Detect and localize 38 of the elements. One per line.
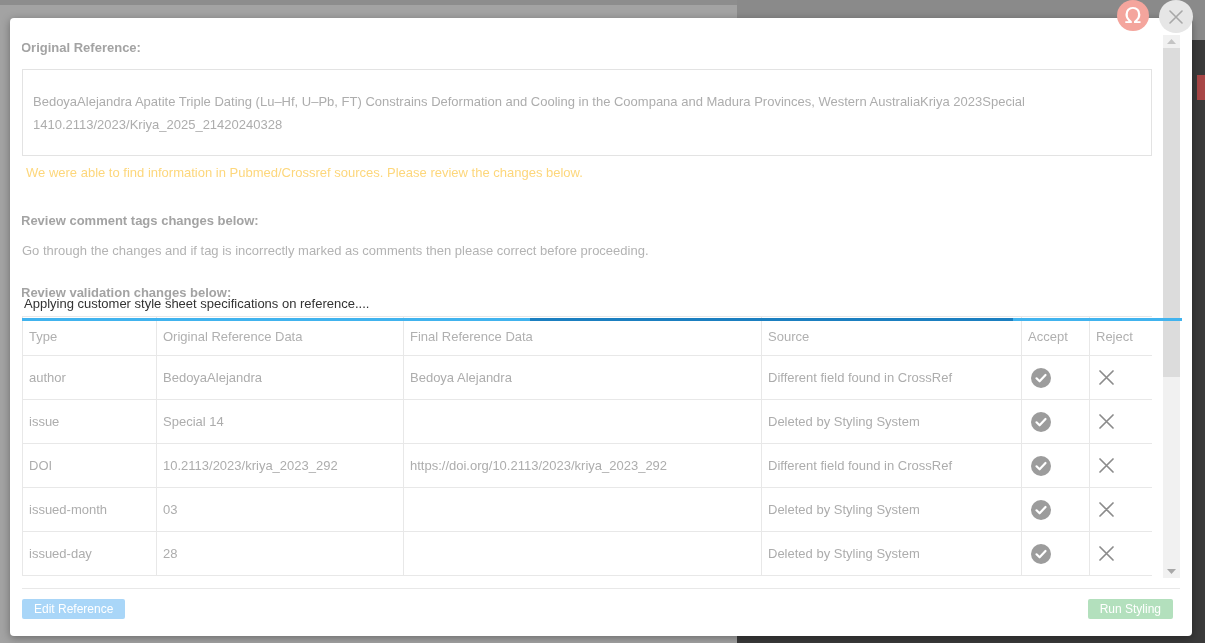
cross-icon[interactable]	[1099, 546, 1114, 561]
cross-icon[interactable]	[1099, 414, 1114, 429]
cross-icon[interactable]	[1099, 502, 1114, 517]
table-cell: 10.2113/2023/kriya_2023_292	[156, 443, 404, 488]
edit-reference-button[interactable]: Edit Reference	[22, 599, 126, 619]
table-cell: DOI	[22, 443, 157, 488]
table-cell: 28	[156, 531, 404, 576]
table-cell: BedoyaAlejandra	[156, 355, 404, 400]
section-heading: Review comment tags changes below:	[22, 212, 259, 230]
table-cell: Different field found in CrossRef	[761, 443, 1022, 488]
scroll-down-icon[interactable]	[1167, 569, 1176, 574]
check-circle-icon[interactable]	[1031, 455, 1051, 476]
check-circle-icon[interactable]	[1031, 411, 1051, 432]
check-circle-icon[interactable]	[1031, 367, 1051, 388]
table-cell: Special 14	[156, 399, 404, 444]
check-circle-icon[interactable]	[1031, 499, 1051, 520]
table-cell: Deleted by Styling System	[761, 531, 1022, 576]
instruction-text: Go through the changes and if tag is incorrectly marked as comments then please correct before proceeding.	[22, 242, 649, 260]
section-heading: Original Reference:	[22, 39, 141, 57]
table-cell: Deleted by Styling System	[761, 487, 1022, 532]
table-cell: issued-month	[22, 487, 157, 532]
table-cell: Bedoya Alejandra	[403, 355, 762, 400]
table-cell: Different field found in CrossRef	[761, 355, 1022, 400]
reference-text: BedoyaAlejandra Apatite Triple Dating (Lu–Hf, U–Pb, FT) Constrains Deformation and Cooling in the Coompana and Madura Provinces, Western AustraliaKriya 2023Special 1410.2113/2023/Kriya_2025_21420240328	[22, 69, 1152, 156]
table-cell: https://doi.org/10.2113/2023/kriya_2023_292	[403, 443, 762, 488]
run-styling-button[interactable]: Run Styling	[1087, 599, 1173, 619]
table-cell: author	[22, 355, 157, 400]
table-cell: 03	[156, 487, 404, 532]
check-circle-icon[interactable]	[1031, 543, 1051, 564]
scrollbar-thumb[interactable]	[1163, 48, 1180, 377]
scrollbar-track[interactable]	[1163, 35, 1180, 578]
cross-icon[interactable]	[1099, 458, 1114, 473]
notice-message: We were able to find information in Pubmed/Crossref sources. Please review the changes below.	[25, 164, 583, 182]
close-icon	[1169, 9, 1183, 24]
table-cell: Deleted by Styling System	[761, 399, 1022, 444]
cross-icon[interactable]	[1099, 370, 1114, 385]
table-cell: issue	[22, 399, 157, 444]
table-cell: issued-day	[22, 531, 157, 576]
